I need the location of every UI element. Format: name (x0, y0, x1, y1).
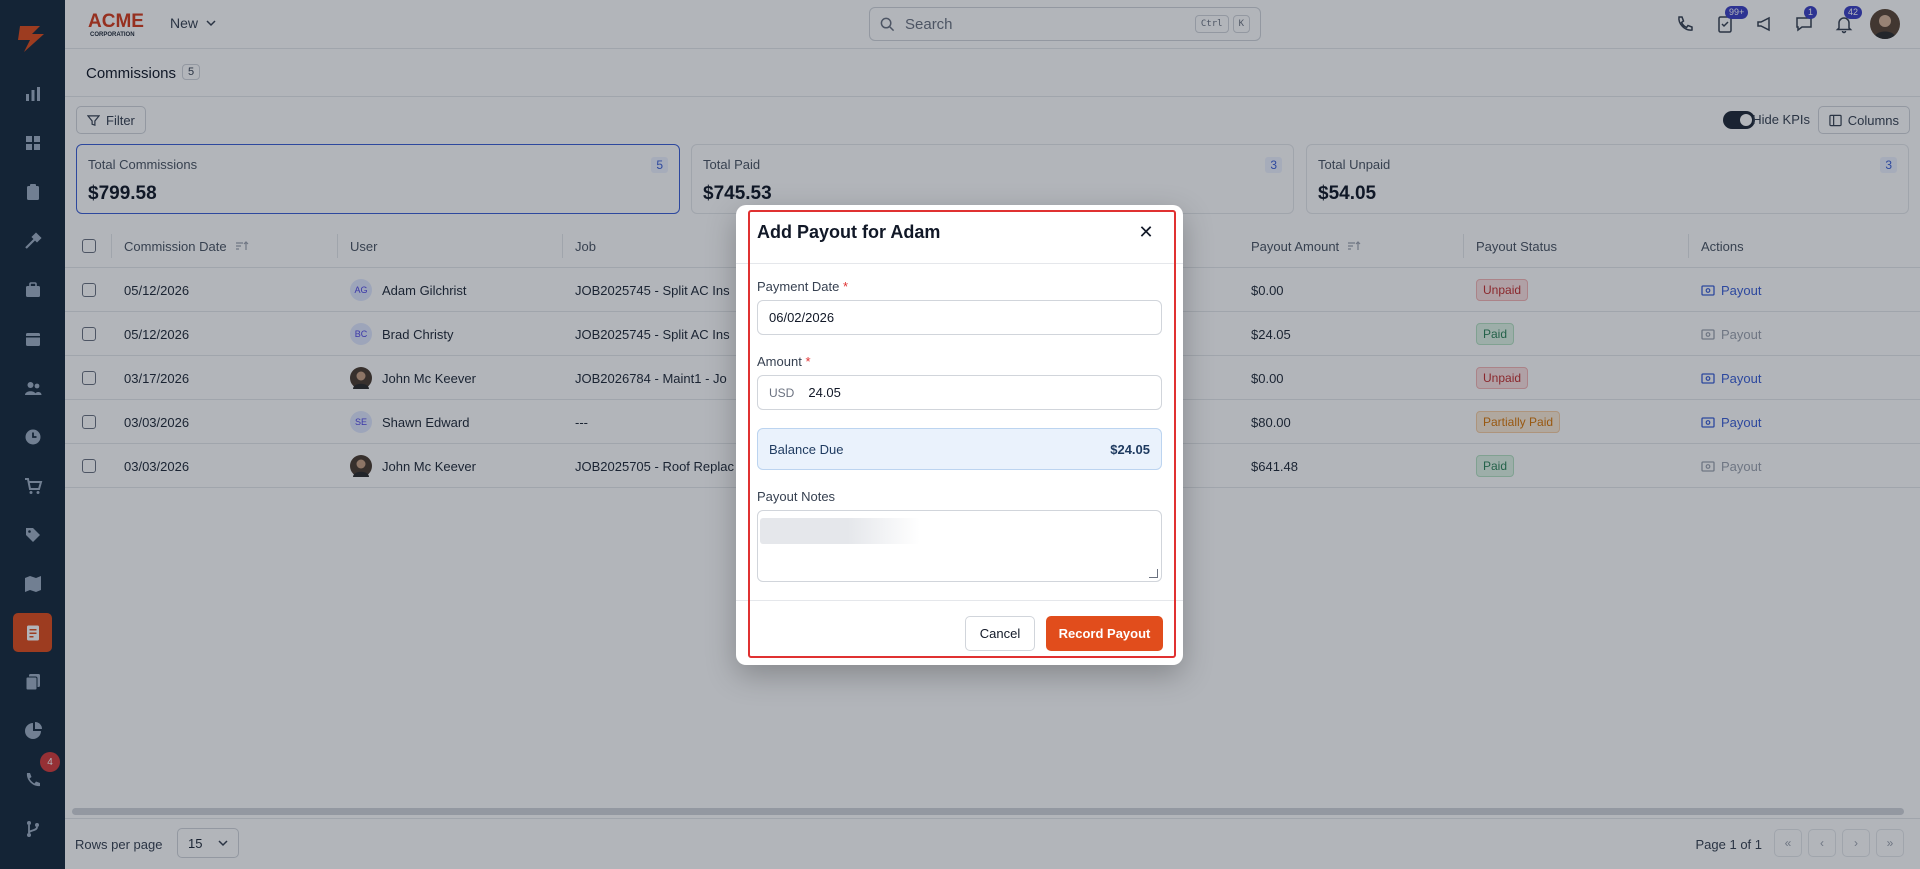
redacted-text (760, 518, 920, 544)
payment-date-label: Payment Date * (757, 279, 848, 294)
payout-notes-label: Payout Notes (757, 489, 836, 504)
payment-date-input[interactable]: 06/02/2026 (757, 300, 1162, 335)
amount-value: 24.05 (808, 385, 841, 400)
balance-due-label: Balance Due (769, 441, 844, 457)
dialog-footer-divider (736, 600, 1183, 601)
currency-prefix: USD (769, 385, 795, 400)
payout-notes-textarea[interactable] (757, 510, 1162, 582)
label-text: Amount (757, 354, 802, 369)
resize-handle-icon[interactable] (1149, 569, 1158, 578)
dialog-title: Add Payout for Adam (757, 222, 941, 242)
record-payout-button[interactable]: Record Payout (1046, 616, 1163, 651)
label-text: Payment Date (757, 279, 840, 294)
balance-due-value: $24.05 (1110, 441, 1150, 457)
add-payout-dialog: Add Payout for Adam ✕ Payment Date * 06/… (736, 205, 1183, 665)
cancel-button[interactable]: Cancel (965, 616, 1035, 651)
payment-date-value: 06/02/2026 (769, 310, 835, 325)
required-marker: * (843, 279, 849, 294)
amount-input[interactable]: USD 24.05 (757, 375, 1162, 410)
balance-due-box: Balance Due $24.05 (757, 428, 1162, 470)
close-icon[interactable]: ✕ (1135, 221, 1157, 243)
required-marker: * (805, 354, 811, 369)
amount-label: Amount * (757, 354, 811, 369)
dialog-divider (736, 263, 1183, 264)
